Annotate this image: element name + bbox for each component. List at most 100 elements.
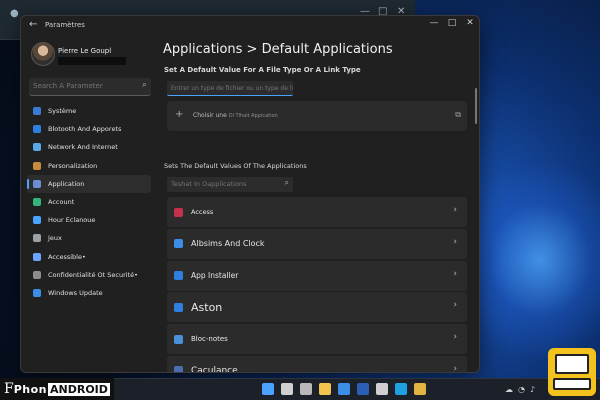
chevron-right-icon: › bbox=[453, 268, 457, 279]
notepad-icon bbox=[174, 334, 183, 344]
chevron-right-icon: › bbox=[453, 300, 457, 311]
start-icon[interactable] bbox=[262, 383, 274, 395]
section-title-app-defaults: Sets The Default Values Of The Applicati… bbox=[164, 162, 307, 170]
calculator-icon bbox=[174, 366, 183, 372]
app-row[interactable]: Bloc-notes › bbox=[167, 324, 467, 355]
bluetooth-icon bbox=[33, 125, 41, 134]
window-title: Paramètres bbox=[45, 21, 85, 29]
sidebar: Pierre Le Goupl ⌕ Système Blotooth And Ap… bbox=[21, 36, 161, 372]
sidebar-item[interactable]: Personalization bbox=[27, 157, 151, 175]
choose-label: Choisir une Dl Tlhait Appication bbox=[193, 112, 278, 119]
computer-badge-icon bbox=[548, 348, 596, 396]
wifi-icon: ◔ bbox=[518, 385, 525, 394]
sidebar-item[interactable]: Accessible• bbox=[27, 248, 151, 266]
app-name: Aston bbox=[191, 300, 223, 314]
mail-icon[interactable] bbox=[376, 383, 388, 395]
search-icon[interactable] bbox=[281, 383, 293, 395]
search-icon: ⌕ bbox=[284, 178, 289, 187]
sidebar-item-label: Personalization bbox=[48, 161, 98, 170]
sidebar-item-label: Network And Internet bbox=[48, 143, 118, 152]
alarm-clock-icon bbox=[174, 239, 183, 249]
app-row[interactable]: Access › bbox=[167, 197, 467, 227]
sidebar-item-label: Système bbox=[48, 107, 77, 116]
sidebar-item[interactable]: Application bbox=[27, 174, 151, 193]
chevron-right-icon: › bbox=[453, 205, 457, 215]
sidebar-item[interactable]: Network And Internet bbox=[27, 138, 151, 156]
brush-icon bbox=[33, 161, 41, 170]
account-icon bbox=[33, 198, 41, 207]
page-title: Applications > Default Applications bbox=[163, 42, 393, 57]
sidebar-item-label: Jeux bbox=[48, 234, 62, 243]
network-icon bbox=[33, 143, 41, 152]
chevron-right-icon: › bbox=[453, 363, 457, 373]
shield-icon bbox=[33, 270, 41, 279]
redacted-email bbox=[58, 57, 126, 65]
avatar[interactable] bbox=[31, 42, 55, 66]
sidebar-item[interactable]: Account bbox=[27, 193, 151, 211]
background-window-icon: ● bbox=[10, 8, 19, 19]
sidebar-item-label: Windows Update bbox=[48, 288, 103, 297]
badge-keyboard bbox=[553, 378, 591, 390]
settings-search[interactable]: ⌕ bbox=[29, 78, 151, 96]
close-button[interactable]: ✕ bbox=[463, 18, 477, 28]
system-icon bbox=[33, 107, 41, 116]
accessibility-icon bbox=[33, 252, 41, 261]
sidebar-item[interactable]: Jeux bbox=[27, 229, 151, 247]
sidebar-item-label: Accessible• bbox=[48, 252, 86, 261]
apps-search-input[interactable] bbox=[171, 180, 271, 188]
app-list: Access › Albsims And Clock › App Installer › A… bbox=[167, 197, 467, 373]
app-name: Albsims And Clock bbox=[191, 239, 265, 249]
plus-icon: + bbox=[175, 109, 184, 120]
word-icon[interactable] bbox=[357, 383, 369, 395]
settings-search-input[interactable] bbox=[33, 82, 133, 90]
app-installer-icon bbox=[174, 271, 183, 281]
app-name: Access bbox=[191, 208, 214, 216]
update-icon bbox=[33, 288, 41, 297]
app-row[interactable]: Caculance › bbox=[167, 355, 467, 373]
search-icon: ⌕ bbox=[141, 80, 147, 90]
file-type-input[interactable] bbox=[167, 81, 293, 96]
app-row[interactable]: Aston › bbox=[167, 292, 467, 323]
choose-default-app-row[interactable]: + Choisir une Dl Tlhait Appication ⧉ bbox=[167, 101, 467, 131]
apps-search[interactable]: ⌕ bbox=[167, 177, 293, 192]
sidebar-item-label: Confidentialité Ot Securité• bbox=[48, 270, 138, 279]
app-row[interactable]: App Installer › bbox=[167, 260, 467, 291]
sidebar-nav: Système Blotooth And Apporets Network And … bbox=[27, 102, 151, 302]
user-name: Pierre Le Goupl bbox=[58, 47, 112, 55]
chevron-right-icon: › bbox=[453, 332, 457, 343]
cloud-icon: ☁ bbox=[505, 385, 513, 394]
title-bar: ← Paramètres — □ ✕ bbox=[21, 16, 479, 36]
sidebar-item[interactable]: Hour Eclanoue bbox=[27, 211, 151, 229]
external-link-icon: ⧉ bbox=[455, 110, 461, 119]
settings-window: ← Paramètres — □ ✕ Pierre Le Goupl ⌕ Sys… bbox=[20, 15, 480, 373]
sidebar-item[interactable]: Blotooth And Apporets bbox=[27, 120, 151, 138]
maximize-button[interactable]: □ bbox=[445, 18, 459, 28]
sidebar-item[interactable]: Système bbox=[27, 102, 151, 120]
chevron-right-icon: › bbox=[453, 236, 457, 247]
settings-icon[interactable] bbox=[300, 383, 312, 395]
chrome-icon[interactable] bbox=[414, 383, 426, 395]
file-explorer-icon[interactable] bbox=[319, 383, 331, 395]
volume-icon: ♪ bbox=[530, 385, 536, 394]
back-arrow-icon[interactable]: ← bbox=[29, 19, 37, 30]
app-name: Bloc-notes bbox=[191, 335, 228, 344]
badge-screen bbox=[555, 354, 589, 374]
app-row[interactable]: Albsims And Clock › bbox=[167, 228, 467, 259]
sidebar-item-label: Hour Eclanoue bbox=[48, 216, 96, 225]
watermark-logo: F Phon ANDROID bbox=[0, 378, 114, 400]
clock-language-icon bbox=[33, 216, 41, 225]
sidebar-item[interactable]: Confidentialité Ot Securité• bbox=[27, 266, 151, 284]
sidebar-item-label: Blotooth And Apporets bbox=[48, 125, 122, 134]
sidebar-item-label: Application bbox=[48, 179, 85, 188]
app-name: App Installer bbox=[191, 271, 239, 281]
store-icon[interactable] bbox=[338, 383, 350, 395]
sidebar-item[interactable]: Windows Update bbox=[27, 284, 151, 302]
skype-icon[interactable] bbox=[395, 383, 407, 395]
app-name: Caculance bbox=[191, 365, 238, 373]
game-icon bbox=[33, 234, 41, 243]
scrollbar[interactable] bbox=[475, 88, 477, 124]
choose-label-overlay: Dl Tlhait Appication bbox=[228, 113, 278, 119]
minimize-button[interactable]: — bbox=[427, 18, 441, 28]
aston-icon bbox=[174, 302, 183, 312]
section-title-file-type: Set A Default Value For A File Type Or A… bbox=[164, 66, 361, 74]
